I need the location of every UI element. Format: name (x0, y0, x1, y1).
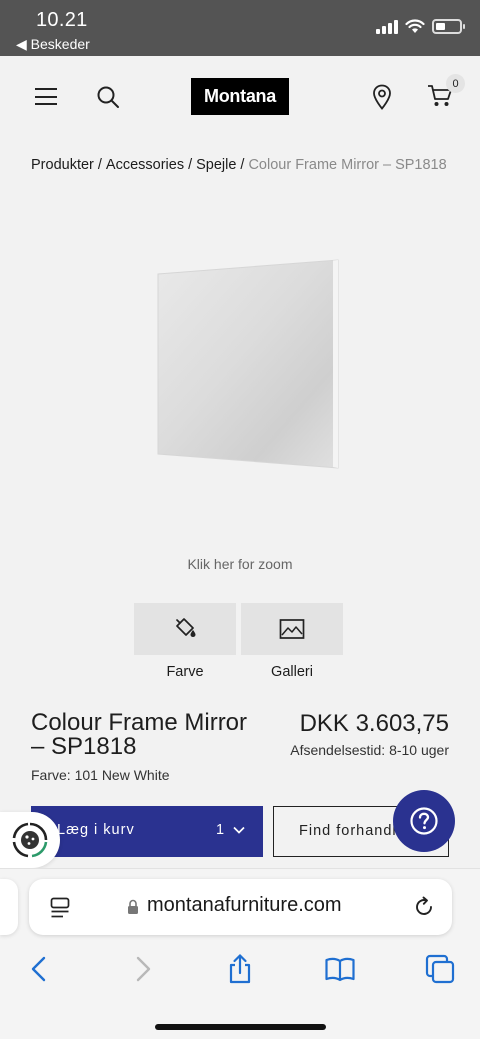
back-icon[interactable] (24, 953, 56, 985)
chevron-down-icon[interactable] (232, 823, 246, 837)
lock-icon (128, 899, 138, 914)
back-to-messages-link[interactable]: ◀ Beskeder (16, 36, 90, 53)
breadcrumb-accessories[interactable]: Accessories (106, 157, 184, 173)
share-icon[interactable] (224, 953, 256, 985)
breadcrumb-spejle[interactable]: Spejle (196, 157, 236, 173)
quantity-value[interactable]: 1 (216, 822, 225, 838)
cellular-signal-icon (376, 19, 398, 34)
color-tab-label[interactable]: Farve (134, 664, 236, 680)
product-image[interactable] (157, 258, 339, 470)
paint-bucket-icon (176, 618, 196, 637)
gallery-tab-label[interactable]: Galleri (241, 664, 343, 680)
breadcrumb-separator: / (97, 157, 102, 173)
image-icon (279, 619, 305, 639)
cart-count-badge: 0 (446, 74, 465, 93)
site-header: Montana 0 (0, 56, 480, 140)
cookie-settings-button[interactable] (0, 812, 60, 868)
breadcrumb-separator: / (188, 157, 193, 173)
help-button[interactable] (393, 790, 455, 852)
reader-mode-icon[interactable] (50, 897, 70, 919)
bookmarks-icon[interactable] (324, 953, 356, 985)
zoom-hint[interactable]: Klik her for zoom (0, 556, 480, 572)
breadcrumb-produkter[interactable]: Produkter (31, 157, 94, 173)
selected-color: Farve: 101 New White (31, 767, 170, 783)
question-icon (410, 807, 438, 835)
tabs-icon[interactable] (424, 953, 456, 985)
breadcrumb: Produkter / Accessories / Spejle / Colour Fram… (31, 157, 447, 173)
color-tab-button[interactable] (134, 603, 236, 655)
search-icon[interactable] (96, 85, 120, 109)
status-indicators (376, 19, 465, 34)
address-bar[interactable]: montanafurniture.com (29, 879, 452, 935)
status-bar: 10.21 ◀ Beskeder (0, 0, 480, 56)
wifi-icon (405, 19, 425, 33)
cookie-icon (12, 822, 48, 858)
forward-icon[interactable] (126, 953, 158, 985)
add-to-cart-button[interactable]: Læg i kurv 1 (31, 806, 263, 857)
shipping-time: Afsendelsestid: 8-10 uger (290, 742, 449, 758)
product-price: DKK 3.603,75 (299, 710, 449, 737)
add-to-cart-label: Læg i kurv (57, 822, 135, 838)
reload-icon[interactable] (413, 896, 435, 918)
browser-toolbar: montanafurniture.com (0, 868, 480, 1039)
home-indicator (155, 1024, 326, 1030)
gallery-tab-button[interactable] (241, 603, 343, 655)
montana-logo[interactable]: Montana (191, 78, 289, 115)
url-text[interactable]: montanafurniture.com (147, 894, 342, 917)
breadcrumb-separator: / (240, 157, 245, 173)
battery-icon (432, 19, 465, 34)
previous-tab-peek[interactable] (0, 879, 18, 935)
location-pin-icon[interactable] (372, 84, 392, 110)
menu-icon[interactable] (35, 88, 57, 105)
product-title: Colour Frame Mirror – SP1818 (31, 709, 248, 760)
breadcrumb-current: Colour Frame Mirror – SP1818 (248, 157, 447, 173)
status-time: 10.21 (36, 9, 88, 31)
